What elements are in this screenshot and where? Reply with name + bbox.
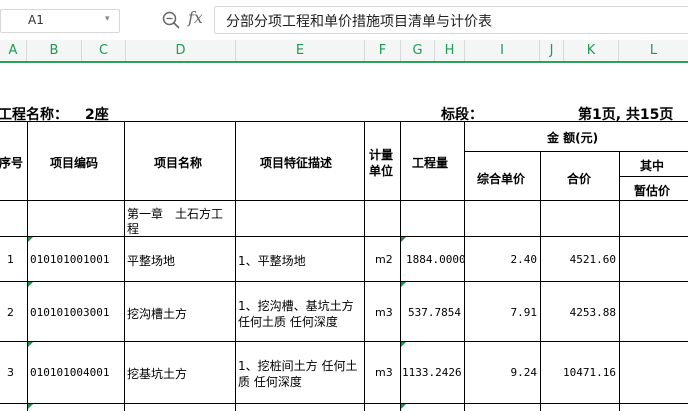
column-header-bar: A B C D E F G H I J K L bbox=[0, 40, 688, 63]
header-unit-line2: 单位 bbox=[369, 164, 394, 178]
column-header-c[interactable]: C bbox=[82, 40, 126, 61]
column-header-d[interactable]: D bbox=[126, 40, 236, 61]
header-total: 合价 bbox=[567, 172, 592, 186]
row-2-quantity: 537.7854 bbox=[408, 306, 461, 319]
column-header-g[interactable]: G bbox=[401, 40, 435, 61]
column-header-k[interactable]: K bbox=[564, 40, 619, 61]
row-2-total: 4253.88 bbox=[569, 306, 616, 319]
column-header-a[interactable]: A bbox=[0, 40, 27, 61]
header-provisional: 暂估价 bbox=[634, 184, 671, 198]
column-header-f[interactable]: F bbox=[365, 40, 401, 61]
header-seq: 序号 bbox=[0, 156, 24, 170]
header-feature: 项目特征描述 bbox=[260, 156, 333, 170]
chevron-down-icon[interactable]: ▾ bbox=[105, 14, 110, 24]
row-1-feature: 1、平整场地 bbox=[238, 254, 306, 268]
row-1-unit-price: 2.40 bbox=[510, 253, 538, 266]
row-1-code: 010101001001 bbox=[30, 253, 110, 266]
chapter-title-line1: 第一章 土石方工 bbox=[127, 207, 224, 221]
column-header-b[interactable]: B bbox=[27, 40, 82, 61]
header-unit-line1: 计量 bbox=[369, 148, 394, 162]
row-1-unit: m2 bbox=[375, 253, 393, 266]
worksheet: 工程名称： 2座 标段： 第1页, 共15页 序号 项目编码 项目名称 项目特征… bbox=[0, 63, 688, 411]
formula-text: 分部分项工程和单价措施项目清单与计价表 bbox=[226, 14, 492, 30]
column-header-i[interactable]: I bbox=[465, 40, 540, 61]
row-1-name: 平整场地 bbox=[127, 254, 176, 268]
header-name: 项目名称 bbox=[154, 156, 203, 170]
row-3-name: 挖基坑土方 bbox=[127, 367, 188, 381]
header-unit-price: 综合单价 bbox=[477, 172, 526, 186]
function-icon[interactable]: fx bbox=[188, 8, 203, 27]
row-2-feature-line1: 1、挖沟槽、基坑土方 bbox=[238, 299, 354, 313]
cell-reference: A1 bbox=[28, 13, 44, 27]
row-3-feature-line1: 1、挖桩间土方 任何土 bbox=[238, 359, 358, 373]
row-3-feature-line2: 质 任何深度 bbox=[238, 375, 302, 389]
row-3-unit-price: 9.24 bbox=[510, 366, 538, 379]
column-header-j[interactable]: J bbox=[540, 40, 564, 61]
chapter-title-line2: 程 bbox=[127, 222, 140, 236]
name-box[interactable]: A1 ▾ bbox=[0, 9, 120, 33]
row-1-seq: 1 bbox=[7, 253, 14, 266]
column-header-e[interactable]: E bbox=[236, 40, 365, 61]
row-2-unit: m3 bbox=[375, 306, 393, 319]
row-3-seq: 3 bbox=[7, 366, 14, 379]
formula-input[interactable]: 分部分项工程和单价措施项目清单与计价表 bbox=[214, 6, 688, 34]
row-2-feature-line2: 任何土质 任何深度 bbox=[238, 315, 338, 329]
row-2-code: 010101003001 bbox=[30, 306, 110, 319]
header-quantity: 工程量 bbox=[412, 156, 449, 170]
formula-bar: A1 ▾ fx 分部分项工程和单价措施项目清单与计价表 bbox=[0, 0, 688, 41]
zoom-icon[interactable] bbox=[161, 10, 181, 30]
row-1-total: 4521.60 bbox=[569, 253, 616, 266]
row-3-code: 010101004001 bbox=[30, 366, 110, 379]
column-header-h[interactable]: H bbox=[435, 40, 465, 61]
row-2-unit-price: 7.91 bbox=[510, 306, 538, 319]
row-2-name: 挖沟槽土方 bbox=[127, 307, 188, 321]
row-3-quantity: 1133.2426 bbox=[402, 366, 462, 379]
header-code: 项目编码 bbox=[50, 156, 99, 170]
column-header-l[interactable]: L bbox=[619, 40, 688, 61]
row-3-total: 10471.16 bbox=[563, 366, 616, 379]
row-3-unit: m3 bbox=[375, 366, 393, 379]
header-of-which: 其中 bbox=[640, 159, 665, 173]
row-2-seq: 2 bbox=[7, 306, 14, 319]
header-amount: 金 额(元) bbox=[547, 131, 599, 145]
row-1-quantity: 1884.0000 bbox=[406, 253, 466, 266]
